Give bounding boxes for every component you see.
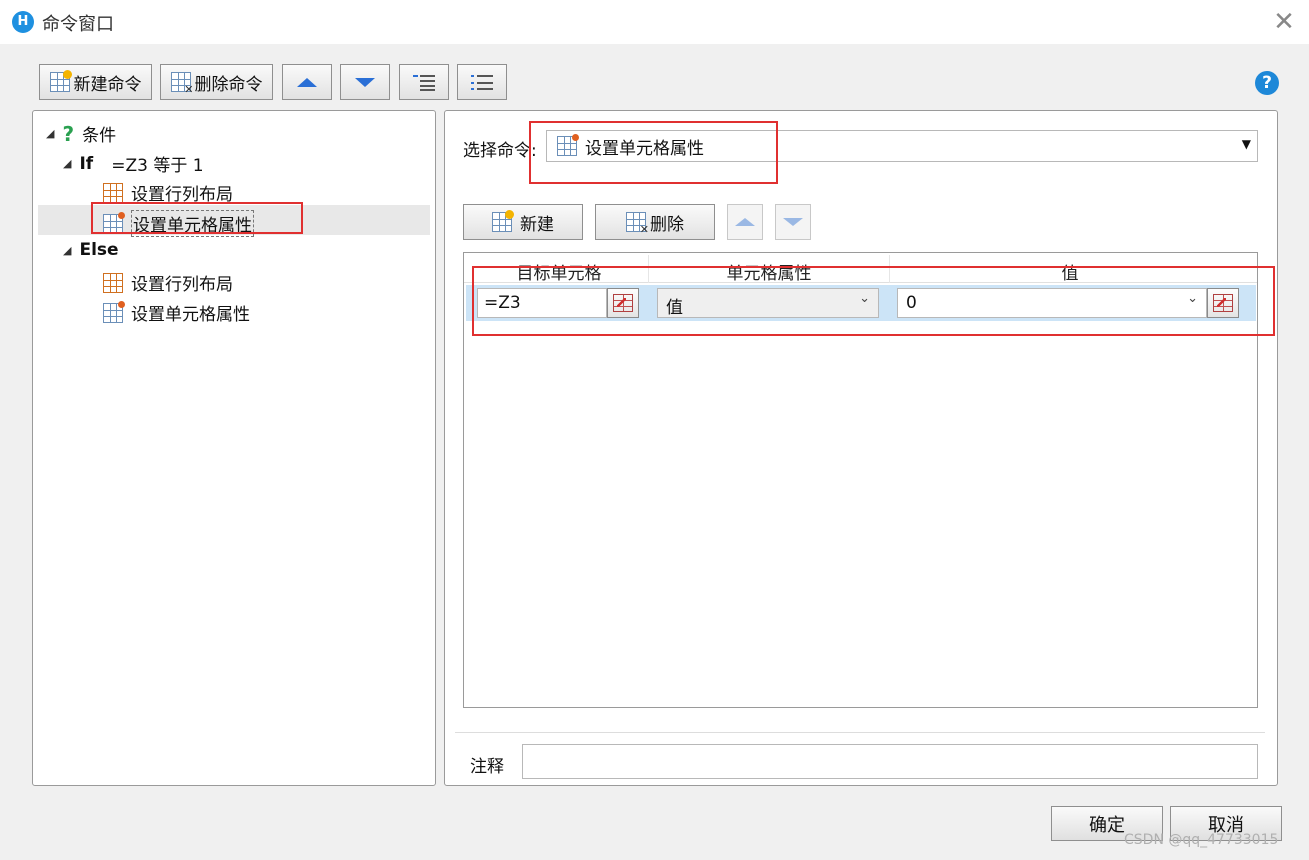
outdent-icon [471, 75, 493, 90]
expand-triangle-icon[interactable]: ◢ [46, 127, 54, 140]
tree-node-if[interactable]: ◢ If =Z3 等于 1 [63, 151, 204, 177]
delete-row-label: 删除 [650, 214, 684, 235]
close-icon[interactable]: ✕ [1268, 6, 1300, 38]
new-row-label: 新建 [520, 214, 554, 235]
new-table-icon [49, 70, 72, 92]
delete-table-icon: ✕ [170, 72, 194, 95]
highlight-box-command [529, 121, 778, 184]
note-label: 注释 [470, 757, 504, 777]
delete-table-icon: ✕ [626, 212, 649, 235]
new-row-button[interactable]: 新建 [463, 204, 583, 240]
layout-icon [103, 272, 123, 293]
tree-node-condition[interactable]: ◢ ? 条件 [46, 121, 117, 147]
question-icon: ? [62, 121, 75, 146]
outdent-button[interactable] [457, 64, 507, 100]
delete-command-button[interactable]: ✕ 删除命令 [160, 64, 273, 100]
tree-label: 设置行列布局 [131, 275, 233, 295]
title-bar [0, 0, 1309, 44]
divider [455, 732, 1265, 733]
layout-icon [103, 182, 123, 203]
cell-property-icon [103, 300, 125, 323]
tree-node-else[interactable]: ◢ Else [63, 240, 119, 260]
arrow-down-icon [783, 218, 803, 226]
highlight-box-tree [91, 202, 303, 234]
arrow-up-icon [735, 218, 755, 226]
indent-button[interactable] [399, 64, 449, 100]
if-expression: =Z3 等于 1 [111, 156, 204, 176]
watermark: CSDN @qq_47733015 [1124, 832, 1279, 848]
if-keyword: If [79, 153, 94, 174]
note-input[interactable] [522, 744, 1258, 779]
window-title: 命令窗口 [42, 14, 114, 35]
arrow-up-icon [297, 77, 317, 87]
indent-icon [413, 75, 435, 91]
tree-label: 设置单元格属性 [131, 305, 250, 325]
help-icon[interactable]: ? [1255, 71, 1279, 95]
tree-item[interactable]: 设置单元格属性 [103, 300, 250, 325]
delete-row-button[interactable]: ✕ 删除 [595, 204, 715, 240]
expand-triangle-icon[interactable]: ◢ [63, 157, 71, 170]
tree-label: 条件 [82, 126, 117, 146]
else-keyword: Else [79, 240, 119, 260]
move-down-button[interactable] [340, 64, 390, 100]
app-logo-icon: H [12, 11, 34, 33]
expand-triangle-icon[interactable]: ◢ [63, 244, 71, 257]
new-table-icon [492, 210, 514, 232]
new-command-label: 新建命令 [73, 74, 142, 95]
new-command-button[interactable]: 新建命令 [39, 64, 152, 100]
row-up-button[interactable] [727, 204, 763, 240]
delete-command-label: 删除命令 [194, 74, 263, 95]
row-down-button[interactable] [775, 204, 811, 240]
move-up-button[interactable] [282, 64, 332, 100]
highlight-box-row [472, 266, 1275, 336]
dropdown-arrow-icon: ▼ [1241, 137, 1251, 151]
select-command-label: 选择命令: [463, 141, 537, 161]
tree-item[interactable]: 设置行列布局 [103, 270, 233, 295]
arrow-down-icon [355, 77, 375, 87]
